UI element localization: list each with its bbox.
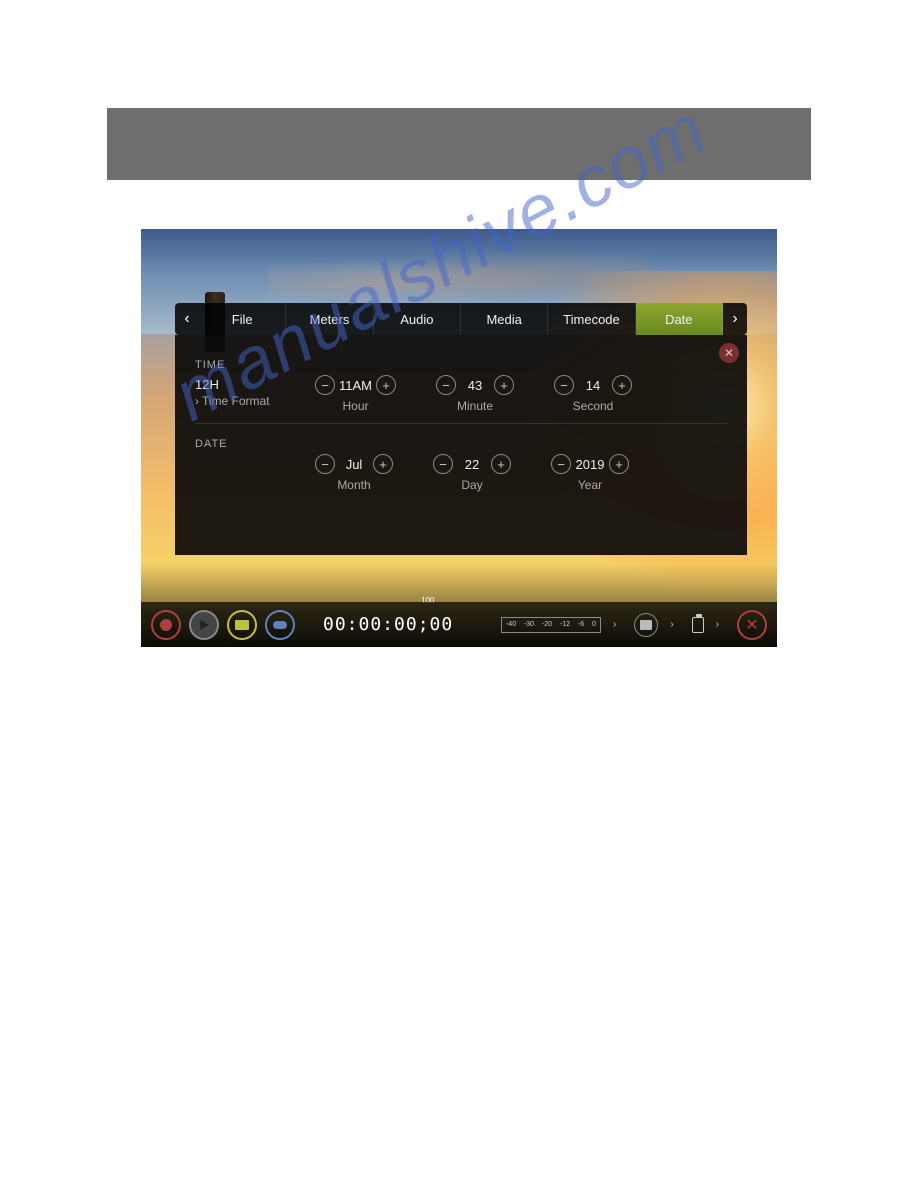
- time-section-label: TIME: [195, 359, 727, 371]
- month-plus-button[interactable]: +: [373, 454, 393, 474]
- year-stepper: − 2019 + Year: [551, 454, 629, 492]
- tab-meters[interactable]: Meters: [286, 303, 373, 335]
- folder-button[interactable]: [634, 613, 658, 637]
- minute-label: Minute: [457, 399, 493, 413]
- hour-plus-button[interactable]: +: [376, 375, 396, 395]
- date-panel: ✕ TIME 12H Time Format − 11AM + Hour: [175, 335, 747, 555]
- tab-date[interactable]: Date: [636, 303, 723, 335]
- monitor-button[interactable]: [227, 610, 257, 640]
- time-format-button[interactable]: Time Format: [195, 394, 305, 408]
- meter-tick: -12: [560, 621, 570, 628]
- minute-plus-button[interactable]: +: [494, 375, 514, 395]
- output-icon: [273, 621, 287, 629]
- tabs-container: File Meters Audio Media Timecode Date: [199, 303, 723, 335]
- record-button[interactable]: [151, 610, 181, 640]
- day-minus-button[interactable]: −: [433, 454, 453, 474]
- time-controls: − 11AM + Hour − 43 + Minute: [315, 375, 632, 413]
- month-stepper: − Jul + Month: [315, 454, 393, 492]
- battery-icon: [692, 617, 704, 633]
- tab-audio[interactable]: Audio: [374, 303, 461, 335]
- close-panel-button[interactable]: ✕: [719, 343, 739, 363]
- day-plus-button[interactable]: +: [491, 454, 511, 474]
- close-icon: ✕: [724, 346, 734, 360]
- day-label: Day: [461, 478, 482, 492]
- record-icon: [160, 619, 172, 631]
- day-stepper: − 22 + Day: [433, 454, 511, 492]
- output-button[interactable]: [265, 610, 295, 640]
- header-banner: [107, 108, 811, 180]
- tab-media[interactable]: Media: [461, 303, 548, 335]
- hour-minus-button[interactable]: −: [315, 375, 335, 395]
- tab-next-arrow[interactable]: ›: [723, 303, 747, 335]
- date-section-label: DATE: [195, 438, 727, 450]
- date-left-column: [195, 454, 305, 456]
- time-format-value: 12H: [195, 377, 305, 392]
- year-plus-button[interactable]: +: [609, 454, 629, 474]
- close-toolbar-button[interactable]: ✕: [737, 610, 767, 640]
- meter-tick: -6: [578, 621, 584, 628]
- monitor-icon: [235, 620, 249, 630]
- second-value: 14: [578, 378, 608, 393]
- hour-label: Hour: [342, 399, 368, 413]
- date-controls: − Jul + Month − 22 + Day −: [315, 454, 629, 492]
- date-row: − Jul + Month − 22 + Day −: [195, 454, 727, 492]
- hour-stepper: − 11AM + Hour: [315, 375, 396, 413]
- minute-stepper: − 43 + Minute: [436, 375, 514, 413]
- meter-tick: -20: [542, 621, 552, 628]
- meter-chevron-icon[interactable]: ›: [613, 619, 616, 630]
- month-label: Month: [337, 478, 370, 492]
- time-format-column: 12H Time Format: [195, 375, 305, 408]
- tab-file[interactable]: File: [199, 303, 286, 335]
- tab-timecode[interactable]: Timecode: [548, 303, 635, 335]
- day-value: 22: [457, 457, 487, 472]
- time-row: 12H Time Format − 11AM + Hour − 43 +: [195, 375, 727, 413]
- minute-minus-button[interactable]: −: [436, 375, 456, 395]
- meter-tick: -40: [506, 621, 516, 628]
- battery-chevron-icon[interactable]: ›: [716, 619, 719, 630]
- second-minus-button[interactable]: −: [554, 375, 574, 395]
- year-minus-button[interactable]: −: [551, 454, 571, 474]
- hour-value: 11AM: [339, 378, 372, 393]
- meter-tick: -30: [524, 621, 534, 628]
- timecode-display: 00:00:00;00: [323, 614, 453, 635]
- tab-prev-arrow[interactable]: ‹: [175, 303, 199, 335]
- second-stepper: − 14 + Second: [554, 375, 632, 413]
- bottom-toolbar: 00:00:00;00 -40 -30 -20 -12 -6 0 › › › ✕: [141, 602, 777, 647]
- second-label: Second: [573, 399, 614, 413]
- audio-meter: -40 -30 -20 -12 -6 0: [501, 617, 601, 633]
- month-minus-button[interactable]: −: [315, 454, 335, 474]
- tabs-bar: ‹ File Meters Audio Media Timecode Date …: [175, 303, 747, 335]
- second-plus-button[interactable]: +: [612, 375, 632, 395]
- play-button[interactable]: [189, 610, 219, 640]
- year-value: 2019: [575, 457, 605, 472]
- year-label: Year: [578, 478, 602, 492]
- month-value: Jul: [339, 457, 369, 472]
- panel-divider: [195, 423, 727, 424]
- minute-value: 43: [460, 378, 490, 393]
- play-icon: [198, 619, 210, 631]
- close-icon: ✕: [745, 615, 758, 635]
- device-screenshot: ‹ File Meters Audio Media Timecode Date …: [141, 229, 777, 647]
- folder-icon: [640, 620, 652, 630]
- folder-chevron-icon[interactable]: ›: [670, 619, 673, 630]
- meter-tick: 0: [592, 621, 596, 628]
